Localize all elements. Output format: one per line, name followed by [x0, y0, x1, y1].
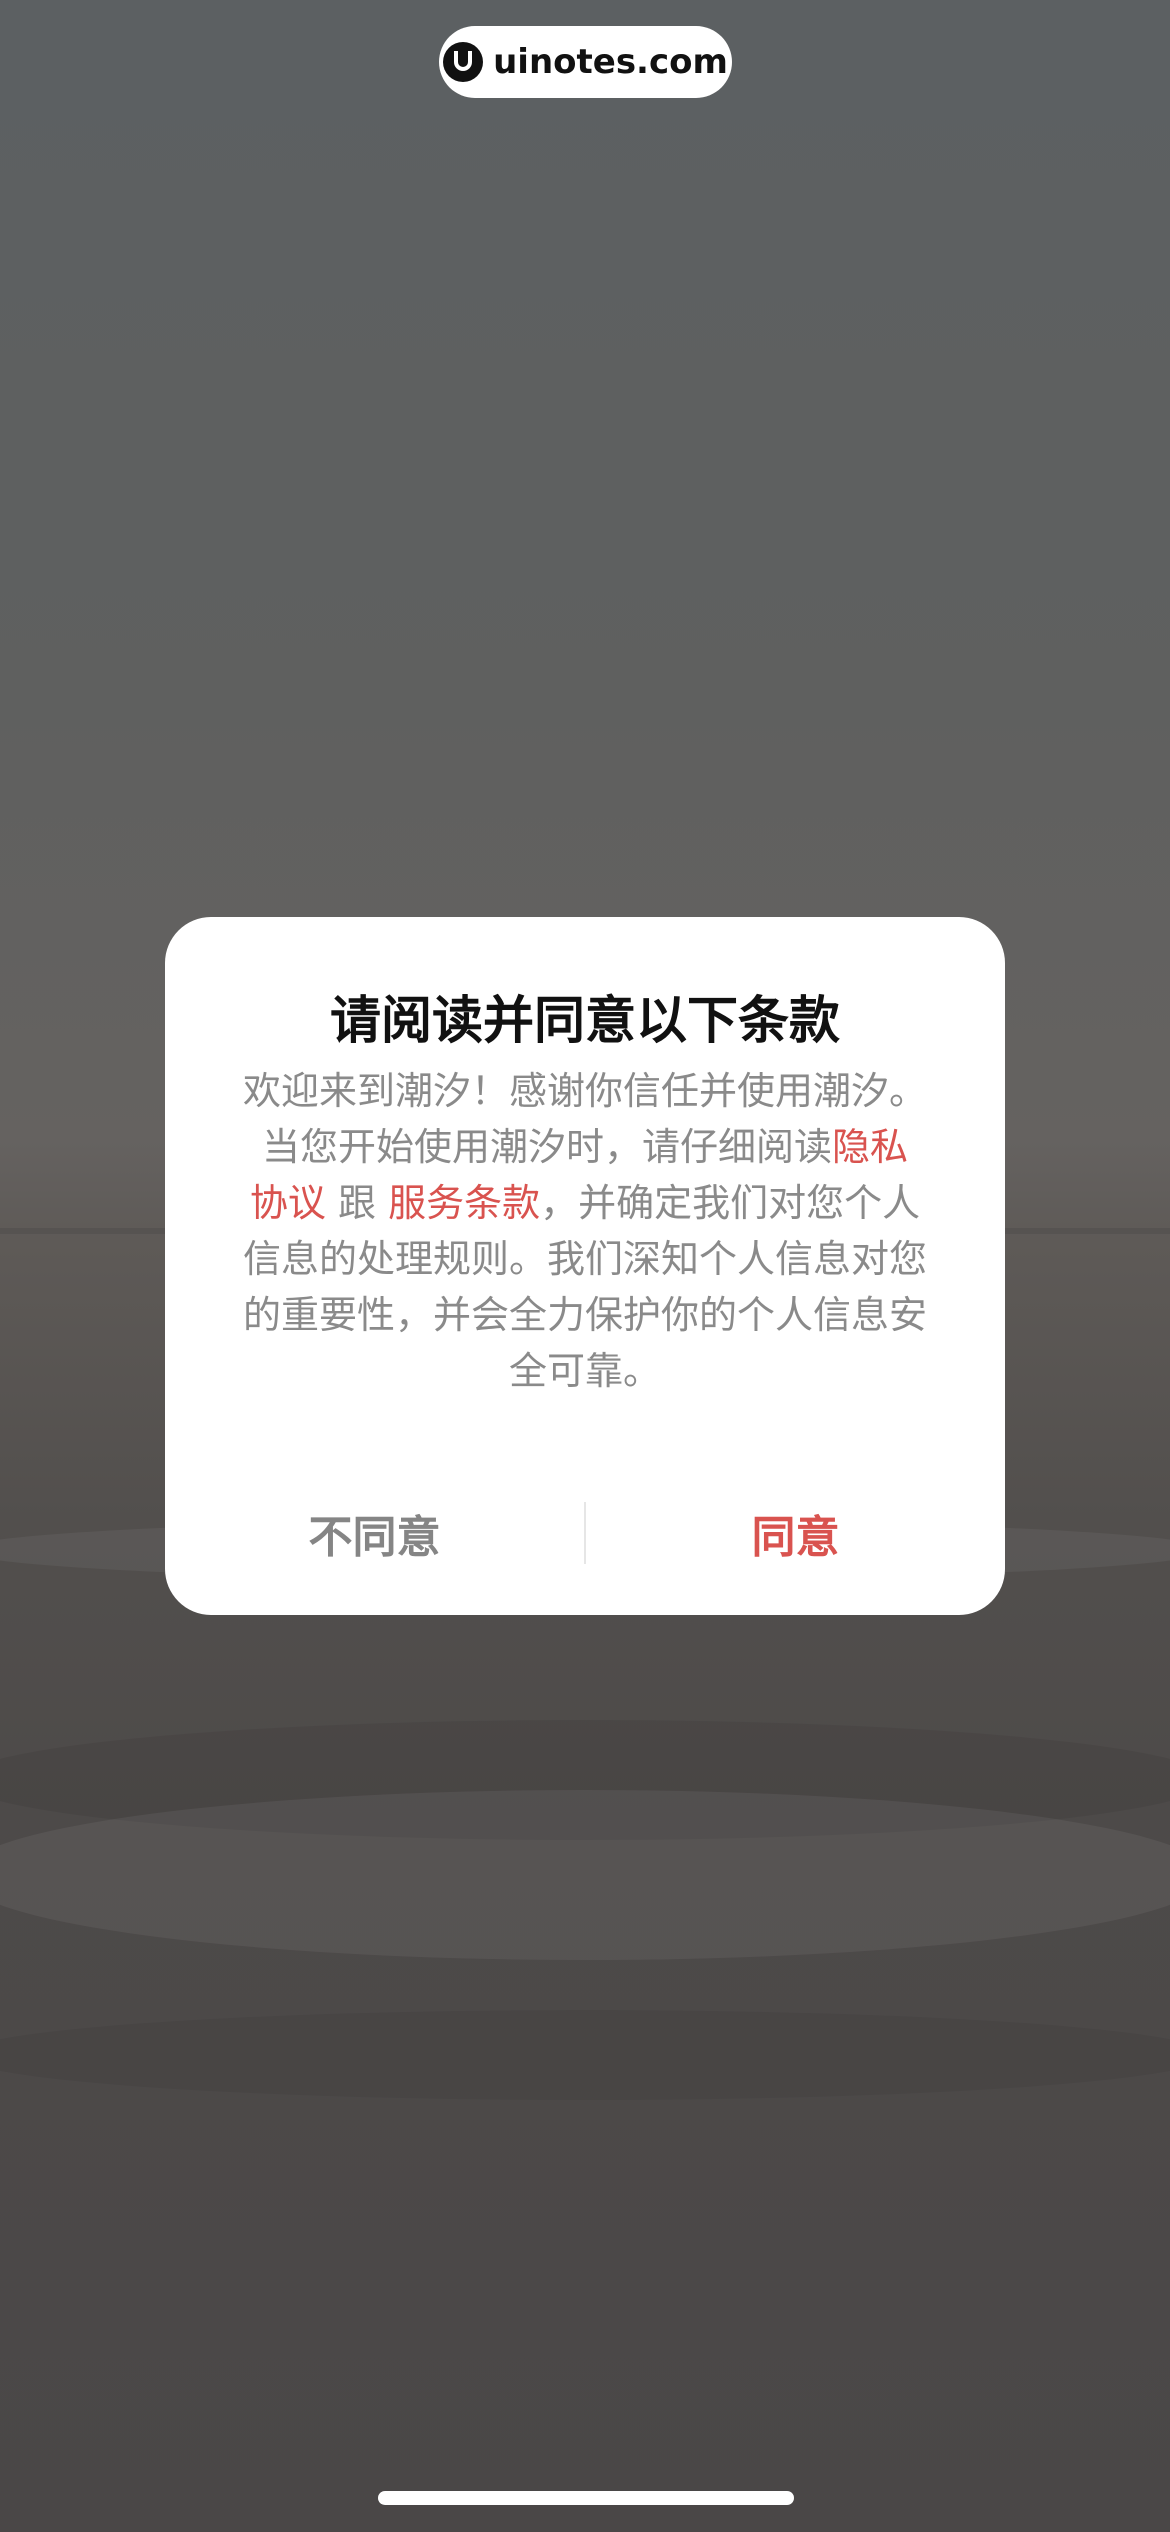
dialog-title: 请阅读并同意以下条款	[329, 992, 840, 1051]
home-indicator[interactable]	[378, 2491, 794, 2505]
connector-text: 跟	[325, 1181, 389, 1225]
dialog-body: 欢迎来到潮汐！感谢你信任并使用潮汐。当您开始使用潮汐时，请仔细阅读隐私协议 跟 …	[243, 1063, 927, 1399]
disagree-button[interactable]: 不同意	[165, 1500, 584, 1566]
uinotes-logo-icon	[443, 42, 484, 82]
terms-dialog: 请阅读并同意以下条款 欢迎来到潮汐！感谢你信任并使用潮汐。当您开始使用潮汐时，请…	[165, 917, 1005, 1615]
terms-of-service-link[interactable]: 服务条款	[388, 1181, 540, 1225]
wave	[0, 2010, 1170, 2100]
wave	[0, 1790, 1170, 1960]
body-intro-text: 欢迎来到潮汐！感谢你信任并使用潮汐。当您开始使用潮汐时，请仔细阅读	[243, 1069, 928, 1169]
watermark-text: uinotes.com	[493, 42, 728, 82]
dialog-buttons: 不同意 同意	[165, 1487, 1005, 1579]
agree-button[interactable]: 同意	[586, 1500, 1005, 1566]
watermark-badge: uinotes.com	[439, 26, 732, 98]
